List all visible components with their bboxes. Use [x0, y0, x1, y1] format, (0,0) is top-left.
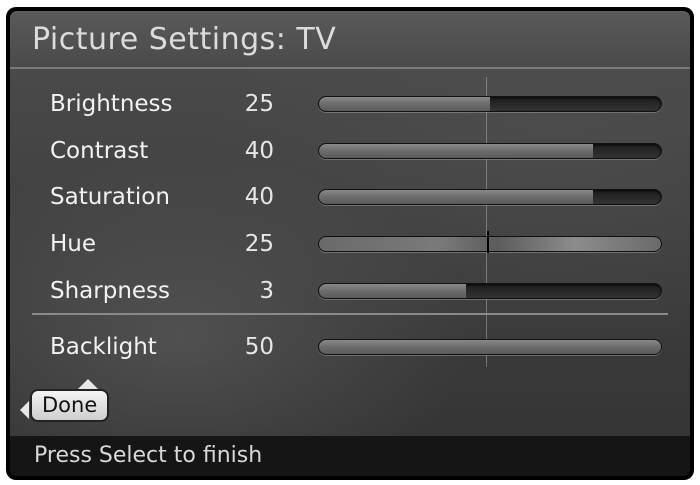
setting-row-saturation[interactable]: Saturation 40: [10, 178, 690, 224]
hue-slider[interactable]: [318, 236, 662, 252]
sharpness-slider[interactable]: [318, 283, 662, 299]
saturation-slider[interactable]: [318, 189, 662, 205]
setting-row-brightness[interactable]: Brightness 25: [10, 85, 690, 131]
setting-value: 25: [244, 231, 274, 257]
arrow-left-icon: [20, 401, 29, 419]
setting-row-contrast[interactable]: Contrast 40: [10, 132, 690, 178]
setting-row-hue[interactable]: Hue 25: [10, 225, 690, 271]
setting-label: Contrast: [50, 138, 149, 164]
contrast-slider[interactable]: [318, 143, 662, 159]
done-button[interactable]: Done: [30, 389, 110, 422]
setting-value: 25: [244, 91, 274, 117]
setting-label: Saturation: [50, 184, 170, 210]
slider-fill: [319, 190, 593, 204]
arrow-up-icon: [78, 379, 98, 389]
setting-label: Brightness: [50, 91, 173, 117]
setting-value: 40: [244, 184, 274, 210]
setting-row-backlight[interactable]: Backlight 50: [10, 328, 690, 374]
panel-inner: Picture Settings: TV Brightness 25 Contr…: [10, 11, 690, 476]
status-bar: Press Select to finish: [10, 436, 690, 476]
title-bar: Picture Settings: TV: [10, 11, 690, 69]
setting-row-sharpness[interactable]: Sharpness 3: [10, 272, 690, 318]
slider-fill: [319, 340, 661, 354]
setting-value: 3: [259, 278, 274, 304]
backlight-slider[interactable]: [318, 339, 662, 355]
picture-settings-panel: Picture Settings: TV Brightness 25 Contr…: [6, 7, 694, 480]
setting-label: Backlight: [50, 334, 157, 360]
setting-label: Hue: [50, 231, 97, 257]
setting-label: Sharpness: [50, 278, 171, 304]
slider-fill: [319, 97, 490, 111]
slider-fill: [319, 237, 661, 251]
setting-value: 40: [244, 138, 274, 164]
section-divider: [32, 313, 668, 315]
brightness-slider[interactable]: [318, 96, 662, 112]
setting-value: 50: [244, 334, 274, 360]
slider-fill: [319, 144, 593, 158]
hue-center-marker: [487, 231, 489, 253]
slider-fill: [319, 284, 467, 298]
status-text: Press Select to finish: [34, 443, 263, 468]
page-title: Picture Settings: TV: [32, 22, 337, 57]
